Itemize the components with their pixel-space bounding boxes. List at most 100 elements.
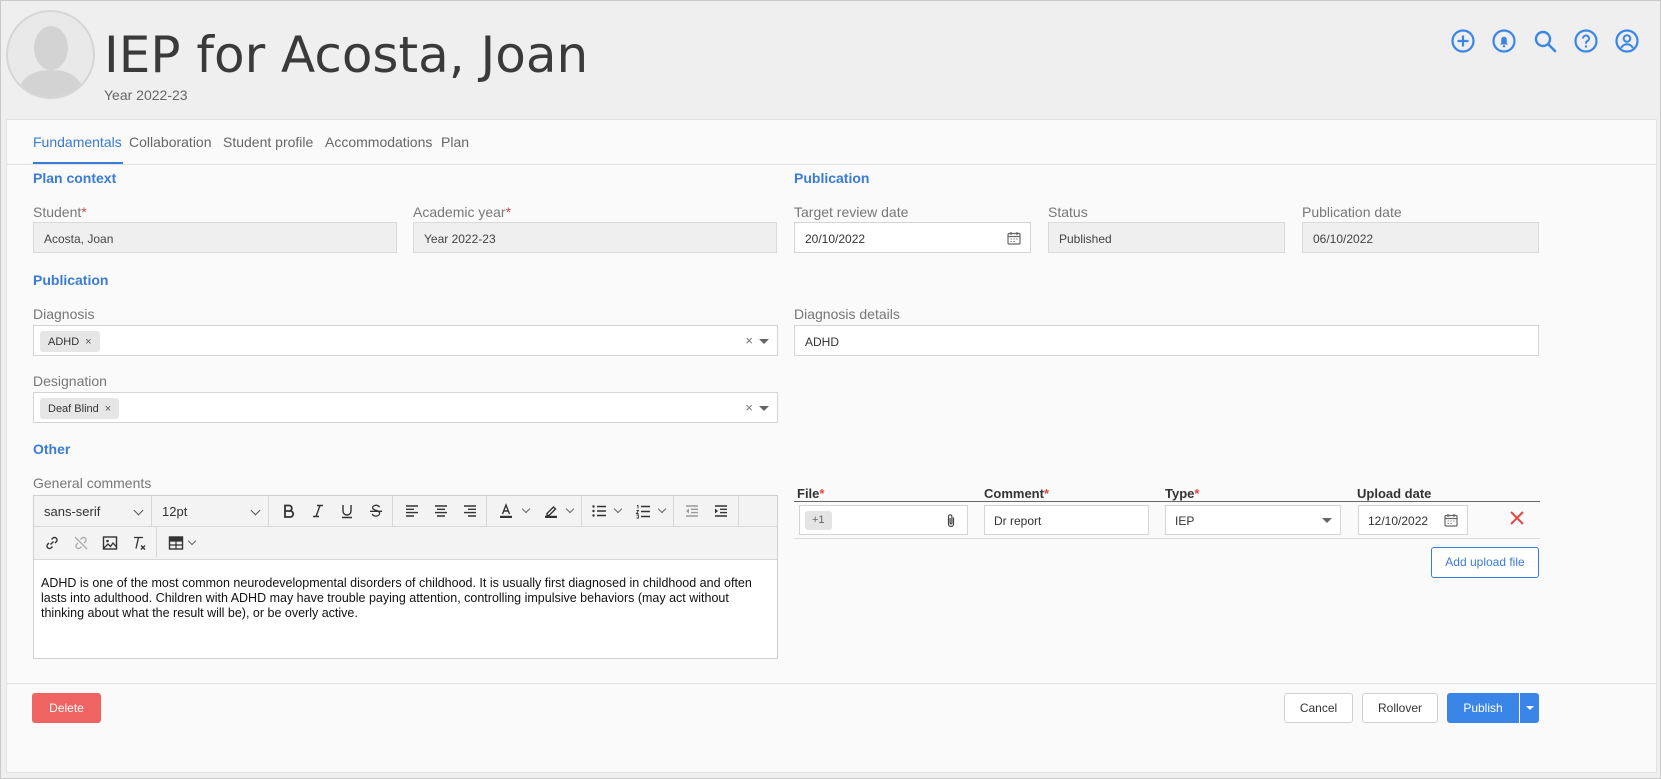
- tab-student-profile[interactable]: Student profile: [223, 134, 313, 150]
- file-input[interactable]: +1: [799, 505, 968, 535]
- rollover-button[interactable]: Rollover: [1362, 693, 1438, 723]
- chip-remove-icon[interactable]: ×: [85, 336, 91, 348]
- delete-row-icon[interactable]: [1507, 508, 1527, 528]
- tab-bar: Fundamentals Collaboration Student profi…: [7, 120, 1656, 165]
- upload-date-input[interactable]: 12/10/2022: [1358, 505, 1468, 535]
- diagnosis-details-label: Diagnosis details: [794, 306, 900, 322]
- insert-image-button[interactable]: [95, 528, 124, 558]
- publish-options-dropdown[interactable]: [1519, 693, 1539, 723]
- comment-input[interactable]: Dr report: [984, 505, 1149, 535]
- chevron-down-icon: [133, 505, 144, 516]
- highlight-color-button[interactable]: [536, 496, 565, 526]
- clear-format-button[interactable]: [124, 528, 153, 558]
- outdent-button[interactable]: [677, 496, 706, 526]
- toolbar-divider: [581, 496, 582, 526]
- add-circle-icon[interactable]: [1450, 28, 1476, 54]
- diagnosis-details-input[interactable]: ADHD: [794, 325, 1539, 356]
- required-marker: *: [81, 204, 87, 220]
- diagnosis-multiselect[interactable]: ADHD × ×: [33, 325, 778, 356]
- underline-icon: [341, 505, 352, 519]
- toolbar-divider: [738, 496, 739, 526]
- align-right-icon: [463, 505, 476, 517]
- dropdown-caret-icon[interactable]: [759, 406, 769, 411]
- designation-chip: Deaf Blind ×: [40, 398, 120, 419]
- delete-button[interactable]: Delete: [32, 693, 101, 723]
- toolbar-divider: [673, 496, 674, 526]
- general-comments-label: General comments: [33, 475, 152, 491]
- chip-remove-icon[interactable]: ×: [105, 403, 111, 415]
- status-label: Status: [1048, 204, 1088, 220]
- toolbar-divider: [156, 527, 157, 557]
- remove-link-button[interactable]: [66, 528, 95, 558]
- numbered-list-button[interactable]: [628, 496, 657, 526]
- account-icon[interactable]: [1614, 28, 1640, 54]
- table-row-divider: [794, 538, 1540, 539]
- font-family-select[interactable]: sans-serif: [34, 496, 152, 526]
- toolbar-divider: [392, 496, 393, 526]
- strikethrough-button[interactable]: [361, 496, 390, 526]
- calendar-icon[interactable]: [1007, 231, 1021, 245]
- footer-divider: [7, 683, 1656, 684]
- align-left-icon: [405, 505, 418, 517]
- rich-text-editor: sans-serif 12pt ADHD is one of the most …: [33, 495, 778, 659]
- clear-all-icon[interactable]: ×: [745, 333, 753, 348]
- italic-button[interactable]: [303, 496, 332, 526]
- align-center-button[interactable]: [426, 496, 455, 526]
- required-marker: *: [819, 486, 825, 501]
- target-review-label: Target review date: [794, 204, 909, 220]
- clear-all-icon[interactable]: ×: [745, 400, 753, 415]
- tab-fundamentals[interactable]: Fundamentals: [33, 134, 122, 150]
- add-upload-file-button[interactable]: Add upload file: [1431, 547, 1539, 578]
- text-color-button[interactable]: [491, 496, 520, 526]
- highlighter-icon: [544, 506, 557, 518]
- section-title-publication-2: Publication: [33, 272, 109, 288]
- type-select[interactable]: IEP: [1165, 505, 1341, 535]
- paperclip-icon[interactable]: [944, 513, 958, 529]
- file-count-badge: +1: [805, 511, 832, 530]
- clear-format-icon: [133, 536, 145, 550]
- font-size-select[interactable]: 12pt: [152, 496, 269, 526]
- chevron-down-icon[interactable]: [565, 504, 575, 514]
- indent-button[interactable]: [706, 496, 735, 526]
- page-title: IEP for Acosta, Joan: [104, 26, 589, 84]
- section-title-plan-context: Plan context: [33, 170, 117, 186]
- bell-icon[interactable]: [1491, 28, 1517, 54]
- numbered-list-icon: [635, 505, 650, 519]
- align-left-button[interactable]: [397, 496, 426, 526]
- dropdown-caret-icon[interactable]: [1322, 518, 1332, 523]
- designation-multiselect[interactable]: Deaf Blind × ×: [33, 392, 778, 423]
- tab-accommodations[interactable]: Accommodations: [325, 134, 432, 150]
- tab-plan[interactable]: Plan: [441, 134, 469, 150]
- person-silhouette-icon: [16, 26, 86, 97]
- search-icon[interactable]: [1532, 28, 1558, 54]
- help-icon[interactable]: [1573, 28, 1599, 54]
- active-tab-indicator: [33, 162, 123, 164]
- target-review-date-value: 20/10/2022: [805, 232, 866, 246]
- chevron-down-icon[interactable]: [613, 504, 623, 514]
- bold-button[interactable]: [274, 496, 303, 526]
- section-title-other: Other: [33, 441, 71, 457]
- publish-button[interactable]: Publish: [1447, 693, 1519, 723]
- app-window: IEP for Acosta, Joan Year 2022-23 Fundam…: [0, 0, 1661, 779]
- insert-link-button[interactable]: [37, 528, 66, 558]
- publication-date-label: Publication date: [1302, 204, 1402, 220]
- underline-button[interactable]: [332, 496, 361, 526]
- avatar: [6, 10, 95, 99]
- cancel-button[interactable]: Cancel: [1284, 693, 1353, 723]
- editor-content[interactable]: ADHD is one of the most common neurodeve…: [41, 576, 766, 621]
- calendar-icon[interactable]: [1444, 513, 1458, 527]
- align-right-button[interactable]: [455, 496, 484, 526]
- insert-table-button[interactable]: [161, 528, 190, 558]
- toolbar-divider: [486, 496, 487, 526]
- required-marker: *: [1043, 486, 1050, 501]
- chevron-down-icon[interactable]: [657, 504, 667, 514]
- chevron-down-icon[interactable]: [521, 504, 531, 514]
- bullet-list-button[interactable]: [584, 496, 613, 526]
- chevron-down-icon: [250, 505, 261, 516]
- dropdown-caret-icon[interactable]: [759, 339, 769, 344]
- target-review-date-input[interactable]: 20/10/2022: [794, 222, 1031, 253]
- outdent-icon: [685, 505, 698, 517]
- tab-collaboration[interactable]: Collaboration: [129, 134, 212, 150]
- student-label: Student*: [33, 204, 87, 220]
- publication-date-field: 06/10/2022: [1302, 222, 1539, 253]
